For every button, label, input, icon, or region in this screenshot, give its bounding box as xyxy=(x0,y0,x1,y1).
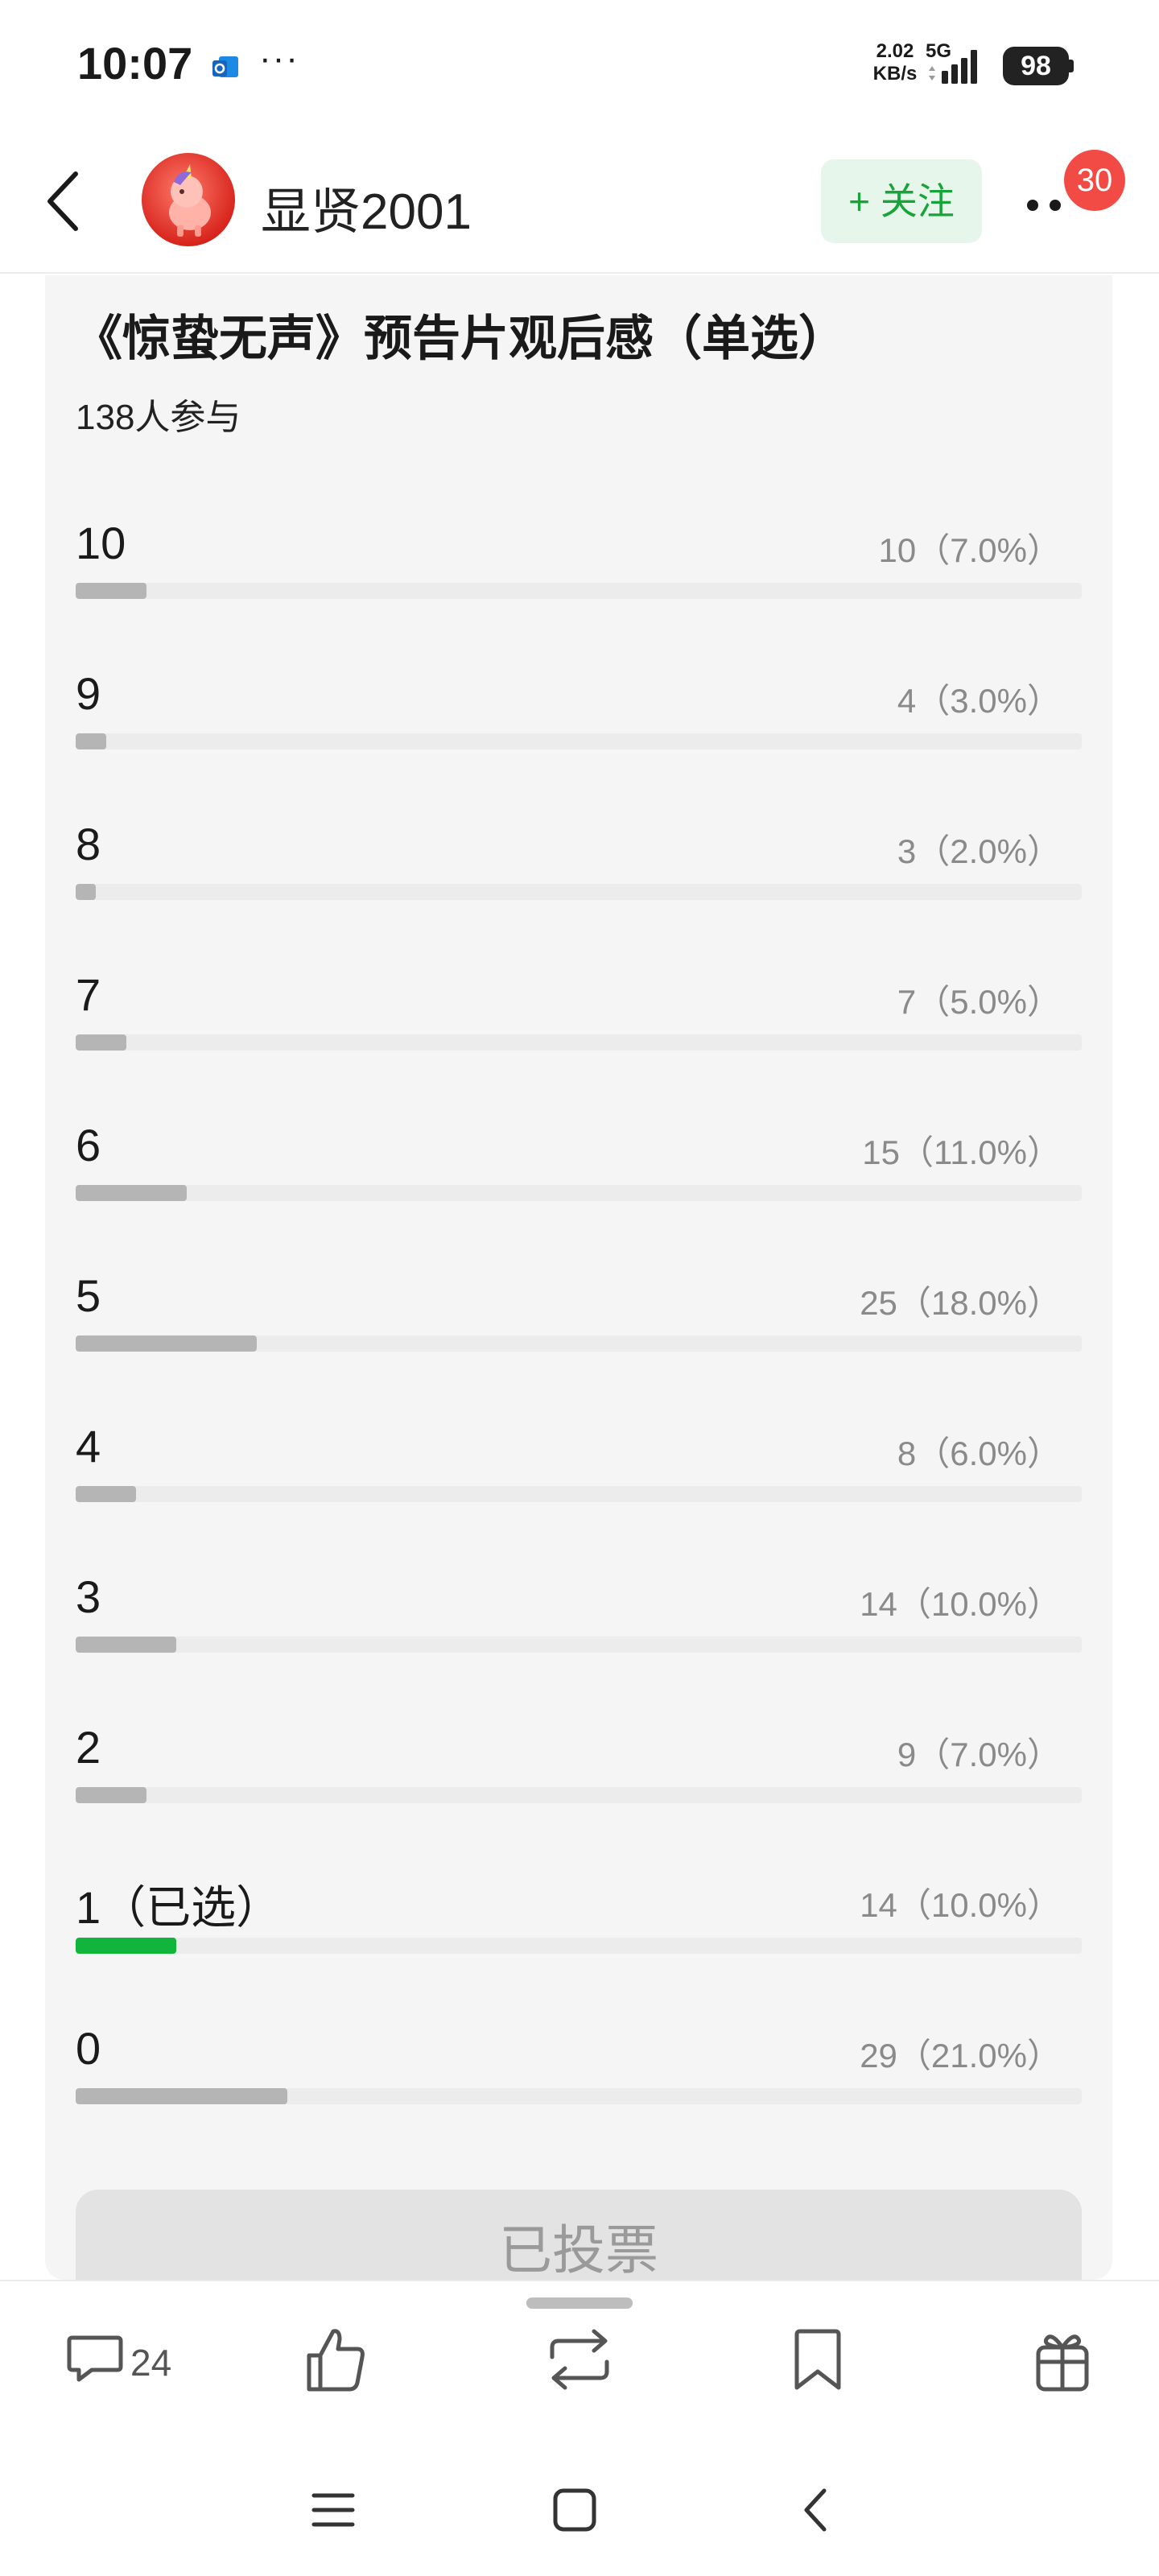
poll-option-label: 0 xyxy=(76,2023,101,2074)
poll-option-label: 3 xyxy=(76,1571,101,1622)
poll-option-bar-track xyxy=(76,1938,1082,1954)
poll-option[interactable]: 0 29（21.0%） xyxy=(76,2022,1082,2143)
network-speed: 2.02 KB/s xyxy=(868,40,922,85)
poll-option-bar xyxy=(76,2088,287,2104)
poll-option-label: 6 xyxy=(76,1120,101,1170)
poll-option-stat: 29（21.0%） xyxy=(860,2037,1061,2074)
like-icon[interactable] xyxy=(304,2323,369,2396)
poll-option-bar-track xyxy=(76,1637,1082,1653)
poll-option-stat: 3（2.0%） xyxy=(897,832,1061,870)
poll-option-bar xyxy=(76,1034,126,1051)
poll-option-stat: 9（7.0%） xyxy=(897,1736,1061,1773)
bookmark-icon[interactable] xyxy=(789,2323,847,2396)
poll-option-stat: 8（6.0%） xyxy=(897,1435,1061,1472)
battery-tip xyxy=(1069,60,1074,72)
poll-option-stat: 15（11.0%） xyxy=(862,1133,1061,1171)
poll-option-label: 1（已选） xyxy=(76,1882,282,1933)
poll-option[interactable]: 8 3（2.0%） xyxy=(76,818,1082,939)
poll-option-bar xyxy=(76,733,106,749)
poll-option-label: 4 xyxy=(76,1421,101,1472)
poll-option-stat: 14（10.0%） xyxy=(860,1886,1061,1924)
drag-handle[interactable] xyxy=(526,2297,633,2309)
poll-option-stat: 10（7.0%） xyxy=(878,531,1061,569)
unicorn-icon xyxy=(169,164,211,237)
status-time: 10:07 xyxy=(77,38,193,89)
chevron-left-icon[interactable] xyxy=(34,167,92,235)
more-dot-icon xyxy=(1050,200,1061,211)
poll-option-bar-track xyxy=(76,1486,1082,1502)
comment-button[interactable]: 24 xyxy=(64,2323,201,2396)
poll-option-label: 9 xyxy=(76,668,101,719)
poll-option-bar-track xyxy=(76,2088,1082,2104)
poll-option-bar xyxy=(76,1185,187,1201)
poll-option-bar xyxy=(76,1637,176,1653)
poll-option-bar-track xyxy=(76,1034,1082,1051)
poll-option[interactable]: 5 25（18.0%） xyxy=(76,1269,1082,1390)
network-speed-value: 2.02 xyxy=(876,40,914,62)
poll-option-label: 7 xyxy=(76,969,101,1020)
poll-participant-count: 138人参与 xyxy=(76,398,241,437)
poll-option-label: 2 xyxy=(76,1722,101,1773)
comment-icon xyxy=(67,2335,123,2382)
poll-option[interactable]: 4 8（6.0%） xyxy=(76,1420,1082,1541)
poll-card: 《惊蛰无声》预告片观后感（单选） 138人参与 10 10（7.0%） 9 4（… xyxy=(45,275,1112,2302)
home-icon[interactable] xyxy=(546,2481,604,2539)
poll-option-stat: 14（10.0%） xyxy=(860,1585,1061,1623)
follow-button[interactable]: + 关注 xyxy=(821,159,982,243)
poll-option-bar-track xyxy=(76,1335,1082,1352)
poll-option-bar xyxy=(76,1787,146,1803)
poll-option-label: 8 xyxy=(76,819,101,869)
system-nav-bar xyxy=(0,2433,1159,2576)
user-name[interactable]: 显贤2001 xyxy=(261,171,472,243)
avatar[interactable] xyxy=(142,153,235,246)
poll-option-bar-track xyxy=(76,884,1082,900)
poll-option[interactable]: 6 15（11.0%） xyxy=(76,1119,1082,1240)
poll-title: 《惊蛰无声》预告片观后感（单选） xyxy=(74,312,847,365)
poll-option-bar-track xyxy=(76,583,1082,599)
poll-option[interactable]: 3 14（10.0%） xyxy=(76,1571,1082,1691)
battery-icon: 98 xyxy=(1003,47,1074,85)
back-icon[interactable] xyxy=(789,2481,847,2539)
poll-option[interactable]: 7 7（5.0%） xyxy=(76,968,1082,1089)
overflow-dots-icon: ··· xyxy=(259,39,299,78)
action-bar: 24 xyxy=(0,2280,1159,2433)
poll-option-bar-track xyxy=(76,1787,1082,1803)
post-header: 显贤2001 + 关注 30 xyxy=(0,129,1159,274)
poll-option-selected[interactable]: 1（已选） 14（10.0%） xyxy=(76,1872,1082,1992)
battery-level: 98 xyxy=(1003,47,1069,85)
poll-option-bar xyxy=(76,1335,257,1352)
repost-icon[interactable] xyxy=(544,2323,615,2396)
poll-option-bar xyxy=(76,884,96,900)
status-bar: 10:07 ··· 2.02 KB/s 5G 98 xyxy=(0,0,1159,129)
app-root: 10:07 ··· 2.02 KB/s 5G 98 显贤2001 + 关注 30… xyxy=(0,0,1159,2576)
gift-icon[interactable] xyxy=(1030,2323,1095,2396)
more-dot-icon xyxy=(1027,200,1038,211)
comment-count: 24 xyxy=(130,2342,172,2384)
signal-icon xyxy=(929,50,977,84)
poll-option[interactable]: 10 10（7.0%） xyxy=(76,517,1082,638)
poll-option-label: 10 xyxy=(76,518,126,568)
poll-option-stat: 4（3.0%） xyxy=(897,682,1061,720)
notification-badge[interactable]: 30 xyxy=(1064,150,1125,211)
poll-option-label: 5 xyxy=(76,1270,101,1321)
poll-option-stat: 7（5.0%） xyxy=(897,983,1061,1021)
poll-option-bar-track xyxy=(76,733,1082,749)
poll-option[interactable]: 9 4（3.0%） xyxy=(76,667,1082,788)
poll-option-bar xyxy=(76,1486,136,1502)
poll-option-bar-track xyxy=(76,1185,1082,1201)
poll-option-stat: 25（18.0%） xyxy=(860,1284,1061,1322)
outlook-icon xyxy=(212,56,238,77)
menu-icon[interactable] xyxy=(304,2481,362,2539)
poll-option[interactable]: 2 9（7.0%） xyxy=(76,1721,1082,1842)
poll-option-bar xyxy=(76,1938,176,1954)
network-speed-unit: KB/s xyxy=(872,63,918,85)
poll-option-bar xyxy=(76,583,146,599)
